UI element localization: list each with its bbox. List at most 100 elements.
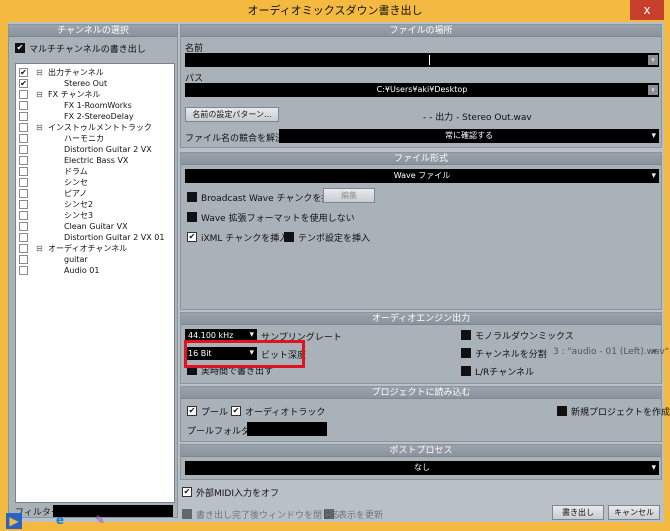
split-checkbox[interactable]	[461, 348, 471, 358]
cancel-button[interactable]: キャンセル	[608, 505, 660, 520]
tempo-checkbox[interactable]	[284, 232, 294, 242]
channel-checkbox[interactable]	[19, 266, 28, 275]
multichannel-label: マルチチャンネルの書き出し	[29, 45, 146, 55]
new-project-label: 新規プロジェクトを作成	[571, 408, 670, 418]
channel-checkbox[interactable]	[19, 178, 28, 187]
channel-checkbox[interactable]	[19, 123, 28, 132]
channel-checkbox[interactable]: ✔	[19, 79, 28, 88]
channel-tree-item[interactable]: Stereo Out	[64, 78, 107, 89]
audio-engine-header: オーディオエンジン出力	[181, 313, 661, 325]
split-dropdown-icon[interactable]: ▾	[652, 347, 657, 357]
channel-tree-item[interactable]: Audio 01	[64, 265, 99, 276]
export-button[interactable]: 書き出し	[552, 505, 604, 520]
channel-tree-item[interactable]: ハーモニカ	[64, 133, 104, 144]
tree-collapse-icon[interactable]: ⊟	[36, 122, 43, 133]
ixml-label: iXML チャンクを挿入	[201, 234, 289, 244]
naming-pattern-button[interactable]: 名前の設定パターン...	[185, 107, 279, 122]
tree-collapse-icon[interactable]: ⊟	[36, 243, 43, 254]
channel-checkbox[interactable]	[19, 189, 28, 198]
audio-track-checkbox[interactable]: ✔	[231, 406, 241, 416]
edit-button[interactable]: 編集	[323, 188, 375, 203]
channel-tree-item[interactable]: Electric Bass VX	[64, 155, 128, 166]
channel-tree-item[interactable]: オーディオチャンネル	[48, 243, 127, 254]
text-cursor	[429, 55, 430, 65]
post-process-select[interactable]: なし	[185, 461, 659, 475]
filter-input[interactable]	[53, 505, 173, 517]
channel-checkbox[interactable]	[19, 211, 28, 220]
channel-tree-item[interactable]: ドラム	[64, 166, 88, 177]
post-process-panel: ポストプロセス なし	[180, 444, 662, 480]
channel-tree-item[interactable]: ピアノ	[64, 188, 87, 199]
channel-tree-item[interactable]: シンセ2	[64, 199, 93, 210]
file-format-header: ファイル形式	[181, 153, 661, 165]
audio-track-label: オーディオトラック	[245, 408, 326, 418]
post-process-header: ポストプロセス	[181, 445, 661, 457]
file-location-header: ファイルの場所	[181, 25, 661, 37]
channel-tree-item[interactable]: シンセ	[64, 177, 88, 188]
tree-collapse-icon[interactable]: ⊟	[36, 89, 43, 100]
lr-checkbox[interactable]	[461, 366, 471, 376]
channel-checkbox[interactable]	[19, 145, 28, 154]
channel-tree-item[interactable]: インストゥルメントトラック	[48, 122, 152, 133]
channel-checkbox[interactable]	[19, 90, 28, 99]
channel-checkbox[interactable]	[19, 233, 28, 242]
channel-checkbox[interactable]	[19, 112, 28, 121]
channel-select-panel: チャンネルの選択 ✔ マルチチャンネルの書き出し ✔ ⊟ 出力チャンネル ✔ Stere…	[8, 24, 178, 518]
midi-off-checkbox[interactable]: ✔	[182, 487, 192, 497]
new-project-checkbox[interactable]	[557, 406, 567, 416]
lr-label: L/Rチャンネル	[475, 368, 535, 378]
close-after-checkbox[interactable]	[182, 509, 192, 519]
update-display-checkbox[interactable]	[324, 509, 334, 519]
channel-checkbox[interactable]: ✔	[19, 68, 28, 77]
broadcast-wave-label: Broadcast Wave チャンクを挿入	[201, 194, 340, 204]
channel-checkbox[interactable]	[19, 101, 28, 110]
channel-checkbox[interactable]	[19, 167, 28, 176]
paint-icon[interactable]: ✎	[92, 512, 108, 528]
channel-tree-item[interactable]: Distortion Guitar 2 VX 01	[64, 232, 164, 243]
tree-collapse-icon[interactable]: ⊟	[36, 67, 43, 78]
ixml-checkbox[interactable]: ✔	[187, 232, 197, 242]
file-format-panel: ファイル形式 Wave ファイル Broadcast Wave チャンクを挿入 …	[180, 152, 662, 310]
no-extended-checkbox[interactable]	[187, 212, 197, 222]
channel-tree-item[interactable]: シンセ3	[64, 210, 93, 221]
channel-tree-item[interactable]: Distortion Guitar 2 VX	[64, 144, 152, 155]
channel-tree-item[interactable]: FX 1-RoomWorks	[64, 100, 132, 111]
internet-explorer-icon[interactable]: e	[52, 512, 68, 528]
split-label: チャンネルを分割	[475, 350, 547, 360]
pool-folder-input[interactable]	[247, 422, 327, 436]
mono-label: モノラルダウンミックス	[475, 332, 574, 342]
close-button[interactable]: x	[630, 0, 664, 20]
multichannel-checkbox[interactable]: ✔	[15, 43, 25, 53]
file-location-panel: ファイルの場所 名前 ▾ パス C:¥Users¥aki¥Desktop ▾ 名…	[180, 24, 662, 148]
name-input[interactable]: ▾	[185, 53, 659, 67]
broadcast-wave-checkbox[interactable]	[187, 192, 197, 202]
channel-tree[interactable]: ✔ ⊟ 出力チャンネル ✔ Stereo Out ⊟ FX チャンネル FX 1-RoomWo…	[15, 63, 175, 503]
name-dropdown-icon[interactable]: ▾	[648, 55, 658, 65]
channel-checkbox[interactable]	[19, 200, 28, 209]
update-display-label: 表示を更新	[338, 511, 384, 521]
mono-checkbox[interactable]	[461, 330, 471, 340]
channel-tree-item[interactable]: guitar	[64, 254, 88, 265]
channel-checkbox[interactable]	[19, 244, 28, 253]
path-input[interactable]: C:¥Users¥aki¥Desktop ▾	[185, 83, 659, 97]
channel-checkbox[interactable]	[19, 134, 28, 143]
no-extended-label: Wave 拡張フォーマットを使用しない	[201, 214, 355, 224]
channel-checkbox[interactable]	[19, 156, 28, 165]
channel-checkbox[interactable]	[19, 222, 28, 231]
import-project-panel: プロジェクトに読み込む ✔ プール ✔ オーディオトラック 新規プロジェクトを作…	[180, 386, 670, 442]
channel-tree-item[interactable]: FX 2-StereoDelay	[64, 111, 134, 122]
file-format-select[interactable]: Wave ファイル	[185, 169, 659, 183]
close-after-label: 書き出し完了後ウィンドウを閉じる	[196, 511, 341, 521]
path-dropdown-icon[interactable]: ▾	[648, 85, 658, 95]
channel-tree-item[interactable]: 出力チャンネル	[48, 67, 104, 78]
pool-checkbox[interactable]: ✔	[187, 406, 197, 416]
midi-off-label: 外部MIDI入力をオフ	[196, 489, 280, 499]
channel-tree-item[interactable]: FX チャンネル	[48, 89, 100, 100]
conflict-label: ファイル名の競合を解決	[185, 134, 285, 144]
window-title: オーディオミックスダウン書き出し	[247, 4, 423, 17]
channel-checkbox[interactable]	[19, 255, 28, 264]
conflict-select[interactable]: 常に確認する	[279, 129, 659, 143]
media-player-icon[interactable]: ▶	[6, 513, 22, 529]
channel-tree-item[interactable]: Clean Guitar VX	[64, 221, 128, 232]
import-project-header: プロジェクトに読み込む	[181, 387, 661, 399]
